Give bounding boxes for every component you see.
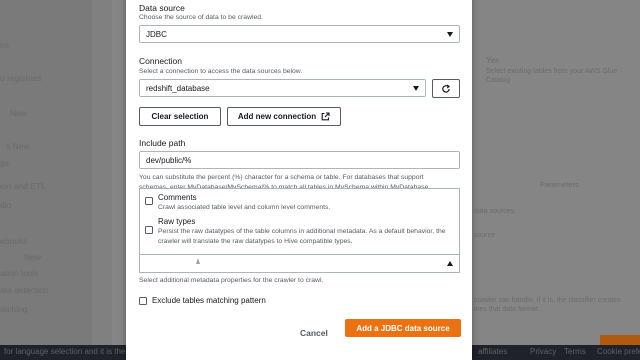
metadata-hint: Select additional metadata properties fo… bbox=[139, 277, 324, 284]
add-data-source-modal: Data source Choose the source of data to… bbox=[126, 0, 472, 360]
sidebar-item: New bbox=[10, 108, 28, 118]
background-text: crawler can handle. If it is, the classi… bbox=[474, 297, 621, 304]
metadata-multiselect[interactable] bbox=[139, 254, 460, 273]
external-link-icon bbox=[321, 112, 330, 121]
sidebar-item: ebooks bbox=[0, 236, 28, 246]
sidebar-item: ns bbox=[0, 40, 9, 50]
connection-select[interactable]: redshift_database bbox=[139, 79, 426, 97]
include-path-input[interactable]: dev/public/% bbox=[139, 151, 460, 169]
clear-selection-button[interactable]: Clear selection bbox=[139, 107, 221, 126]
background-text: source bbox=[474, 232, 496, 239]
connection-value: redshift_database bbox=[146, 84, 210, 93]
refresh-icon bbox=[442, 84, 450, 93]
add-jdbc-data-source-button[interactable]: Add a JDBC data source bbox=[345, 319, 461, 337]
background-text: ines that data format. bbox=[474, 306, 540, 313]
refresh-connections-button[interactable] bbox=[432, 79, 460, 98]
include-path-hint-line1: You can substitute the percent (%) chara… bbox=[139, 174, 424, 181]
cancel-button[interactable]: Cancel bbox=[300, 328, 328, 338]
clear-selection-label: Clear selection bbox=[151, 112, 209, 121]
data-source-select[interactable]: JDBC bbox=[139, 25, 460, 43]
exclude-tables-checkbox[interactable] bbox=[139, 297, 147, 305]
sidebar-item: ation tools bbox=[0, 268, 39, 278]
metadata-options-list: Comments Crawl associated table level an… bbox=[139, 188, 460, 254]
sidebar-item: atching bbox=[0, 304, 28, 314]
background-text: Catalog bbox=[486, 77, 511, 84]
background-text: Yes bbox=[486, 56, 500, 65]
footer-link: Cookie prefe bbox=[597, 347, 640, 356]
sidebar-item: s New bbox=[6, 141, 30, 151]
comments-option-title: Comments bbox=[158, 193, 197, 202]
exclude-tables-label: Exclude tables matching pattern bbox=[152, 296, 266, 305]
comments-checkbox[interactable] bbox=[145, 197, 153, 205]
chevron-down-icon bbox=[413, 86, 419, 91]
sidebar-item: ata detection bbox=[0, 285, 49, 295]
chevron-up-icon bbox=[447, 261, 453, 266]
add-new-connection-button[interactable]: Add new connection bbox=[227, 107, 341, 126]
chevron-down-icon bbox=[447, 32, 453, 37]
data-source-description: Choose the source of data to be crawled. bbox=[139, 14, 263, 21]
footer-link: Terms bbox=[564, 347, 586, 356]
sidebar-item: dio bbox=[0, 200, 12, 210]
mouse-cursor bbox=[196, 258, 200, 264]
data-source-value: JDBC bbox=[146, 30, 167, 39]
raw-types-checkbox[interactable] bbox=[145, 226, 153, 234]
background-button bbox=[600, 335, 640, 345]
background-text: Parameters bbox=[540, 180, 579, 189]
include-path-value: dev/public/% bbox=[146, 156, 192, 165]
connection-description: Select a connection to access the data s… bbox=[139, 68, 303, 75]
sidebar-item: gs bbox=[0, 158, 9, 168]
footer-link: affiliates bbox=[478, 347, 508, 356]
add-new-connection-label: Add new connection bbox=[237, 112, 317, 121]
comments-option-description: Crawl associated table level and column … bbox=[158, 204, 331, 211]
background-sidebar: ns o registries New s New gs ion and ETL… bbox=[0, 0, 92, 345]
background-text: data sources. bbox=[474, 208, 517, 215]
raw-types-option-title: Raw types bbox=[158, 217, 196, 226]
include-path-label: Include path bbox=[139, 138, 186, 148]
sidebar-item: New bbox=[24, 252, 42, 262]
sidebar-item: ion and ETL bbox=[0, 181, 46, 191]
data-source-label: Data source bbox=[139, 3, 185, 13]
background-text: Select existing tables from your AWS Glu… bbox=[486, 68, 618, 75]
sidebar-item: o registries bbox=[0, 73, 42, 83]
add-jdbc-data-source-label: Add a JDBC data source bbox=[356, 323, 450, 333]
raw-types-option-description: Persist the raw datatypes of the table c… bbox=[158, 228, 446, 245]
footer-link: Privacy bbox=[530, 347, 557, 356]
connection-label: Connection bbox=[139, 56, 183, 66]
